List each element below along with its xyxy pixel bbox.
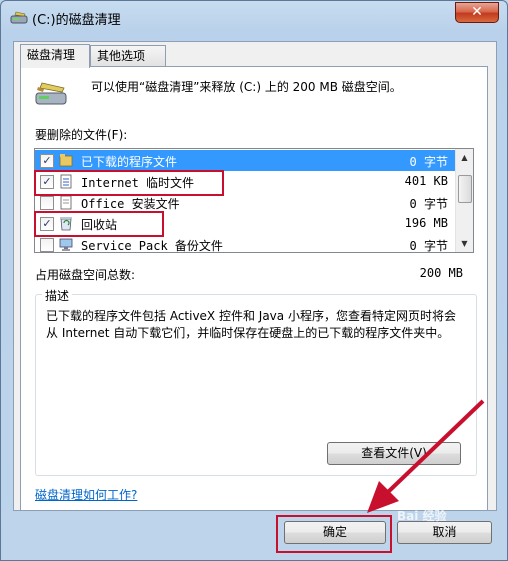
list-item-downloaded-programs[interactable]: ✓ 已下载的程序文件 0 字节 <box>35 150 456 171</box>
help-link[interactable]: 磁盘清理如何工作? <box>35 486 137 503</box>
file-name: Office 安装文件 <box>81 197 180 211</box>
files-to-delete-label: 要删除的文件(F): <box>35 128 128 142</box>
cancel-button[interactable]: 取消 <box>397 521 492 544</box>
title-bar[interactable]: (C:)的磁盘清理 ✕ <box>1 1 507 35</box>
file-name: 已下载的程序文件 <box>81 155 178 169</box>
hard-drive-broom-icon <box>35 82 67 105</box>
file-size: 401 KB <box>404 174 448 188</box>
description-legend: 描述 <box>42 287 73 304</box>
computer-icon <box>59 238 73 251</box>
checkbox-office-setup-files[interactable] <box>40 196 54 210</box>
total-space-value: 200 MB <box>419 266 463 280</box>
scroll-up-arrow-icon[interactable]: ▲ <box>456 149 473 166</box>
window-title: (C:)的磁盘清理 <box>32 13 121 28</box>
annotation-box-recycle-bin <box>34 211 164 237</box>
total-space-label: 占用磁盘空间总数: <box>35 268 136 282</box>
checkbox-service-pack-backup[interactable] <box>40 238 54 252</box>
file-name: Service Pack 备份文件 <box>81 239 223 253</box>
view-files-button[interactable]: 查看文件(V) <box>327 442 461 465</box>
checkbox-downloaded-programs[interactable]: ✓ <box>40 154 54 168</box>
annotation-box-ok-button <box>276 515 392 553</box>
scroll-down-arrow-icon[interactable]: ▼ <box>456 235 473 252</box>
close-button[interactable]: ✕ <box>455 2 499 23</box>
file-size: 0 字节 <box>409 155 448 169</box>
files-list[interactable]: ✓ 已下载的程序文件 0 字节 ✓ Internet 临时文件 401 KB O… <box>34 148 474 253</box>
file-size: 0 字节 <box>409 239 448 253</box>
tab-disk-cleanup[interactable]: 磁盘清理 <box>20 44 90 68</box>
watermark: Bai 经验 <box>397 509 447 523</box>
file-size: 0 字节 <box>409 197 448 211</box>
file-size: 196 MB <box>404 216 448 230</box>
folder-icon <box>59 154 73 167</box>
description-text: 已下载的程序文件包括 ActiveX 控件和 Java 小程序，您查看特定网页时… <box>46 309 456 340</box>
close-icon: ✕ <box>471 4 483 20</box>
disk-cleanup-icon <box>10 11 28 24</box>
disk-cleanup-window: (C:)的磁盘清理 ✕ 磁盘清理 其他选项 可以使用“磁盘清理”来释放 (C:)… <box>0 0 508 561</box>
scroll-thumb[interactable] <box>458 175 472 203</box>
annotation-box-internet-temp <box>34 170 224 196</box>
intro-text: 可以使用“磁盘清理”来释放 (C:) 上的 200 MB 磁盘空间。 <box>91 80 402 94</box>
files-list-scrollbar[interactable]: ▲ ▼ <box>455 149 473 252</box>
document-icon <box>60 195 72 210</box>
tab-more-options[interactable]: 其他选项 <box>90 45 166 67</box>
